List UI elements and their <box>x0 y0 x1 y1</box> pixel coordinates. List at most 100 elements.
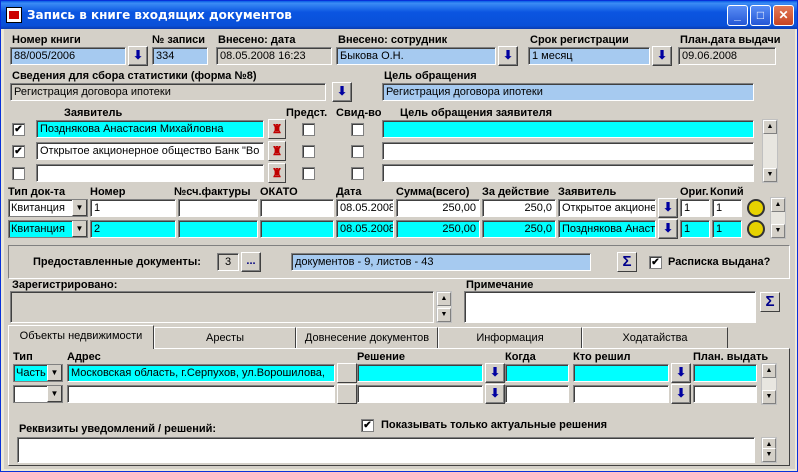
obj-type-select-1[interactable]: Часть ▼ <box>13 364 63 382</box>
objects-scrollbar[interactable]: ▲ ▼ <box>761 363 777 405</box>
repr-check-3[interactable] <box>302 167 315 180</box>
invoice-2[interactable] <box>178 220 258 238</box>
purpose-field[interactable]: Регистрация договора ипотеки <box>382 83 754 101</box>
applicant-edit-button-3[interactable]: ♜ <box>268 163 286 183</box>
applicant-name-1[interactable]: Позднякова Анастасия Михайловна <box>36 120 264 138</box>
doc-applicant-2[interactable]: Позднякова Анаст <box>558 220 656 238</box>
entered-by-select-button[interactable] <box>498 46 518 66</box>
repr-check-2[interactable] <box>302 145 315 158</box>
tab-extra-docs[interactable]: Довнесение документов <box>296 327 438 348</box>
applicant-purpose-3[interactable] <box>382 164 754 182</box>
doc-applicant-select-1[interactable] <box>658 198 678 218</box>
applicant-check-2[interactable]: ✔ <box>12 145 25 158</box>
tab-arrests[interactable]: Аресты <box>154 327 296 348</box>
obj-who-2[interactable] <box>573 385 669 403</box>
cert-check-1[interactable] <box>351 123 364 136</box>
copies-2[interactable]: 1 <box>712 220 742 238</box>
house-icon[interactable] <box>337 363 357 383</box>
repr-check-1[interactable] <box>302 123 315 136</box>
title-bar[interactable]: Запись в книге входящих документов _ □ ✕ <box>1 1 797 29</box>
doc-applicant-1[interactable]: Открытое акционер <box>558 199 656 217</box>
doc-applicant-select-2[interactable] <box>658 219 678 239</box>
scroll-down-icon[interactable]: ▼ <box>437 308 451 322</box>
scroll-up-icon[interactable]: ▲ <box>762 364 776 378</box>
chevron-down-icon[interactable]: ▼ <box>47 386 62 402</box>
cert-check-3[interactable] <box>351 167 364 180</box>
obj-type-select-2[interactable]: ▼ <box>13 385 63 403</box>
obj-decision-select-1[interactable] <box>485 363 505 383</box>
action-1[interactable]: 250,0 <box>482 199 556 217</box>
obj-when-2[interactable] <box>505 385 569 403</box>
cert-check-2[interactable] <box>351 145 364 158</box>
provided-dots-button[interactable]: ... <box>241 252 261 272</box>
applicant-edit-button-1[interactable]: ♜ <box>268 119 286 139</box>
obj-decision-1[interactable] <box>357 364 483 382</box>
scroll-up-icon[interactable]: ▲ <box>437 292 451 306</box>
applicant-purpose-2[interactable] <box>382 142 754 160</box>
obj-planned-1[interactable] <box>693 364 757 382</box>
orig-1[interactable]: 1 <box>680 199 710 217</box>
applicant-purpose-1[interactable] <box>382 120 754 138</box>
doc-num-2[interactable]: 2 <box>90 220 176 238</box>
book-field[interactable]: 88/005/2006 <box>10 47 126 65</box>
record-field[interactable]: 334 <box>152 47 208 65</box>
close-button[interactable]: ✕ <box>773 5 794 26</box>
tab-petitions[interactable]: Ходатайства <box>582 327 728 348</box>
coin-icon[interactable] <box>747 220 765 238</box>
obj-when-1[interactable] <box>505 364 569 382</box>
doc-type-select-2[interactable]: Квитанция ▼ <box>8 220 88 238</box>
obj-who-select-1[interactable] <box>671 363 691 383</box>
maximize-button[interactable]: □ <box>750 5 771 26</box>
sum-2[interactable]: 250,00 <box>396 220 480 238</box>
doc-date-2[interactable]: 08.05.2008 <box>336 220 394 238</box>
scroll-up-icon[interactable]: ▲ <box>763 120 777 134</box>
receipt-checkbox[interactable]: ✔ <box>649 256 662 269</box>
book-select-button[interactable] <box>128 46 148 66</box>
actual-only-checkbox[interactable]: ✔ <box>361 419 374 432</box>
chevron-down-icon[interactable]: ▼ <box>72 200 87 216</box>
invoice-1[interactable] <box>178 199 258 217</box>
scroll-down-icon[interactable]: ▼ <box>763 168 777 182</box>
minimize-button[interactable]: _ <box>727 5 748 26</box>
sum-1[interactable]: 250,00 <box>396 199 480 217</box>
applicant-name-2[interactable]: Открытое акционерное общество Банк "Во <box>36 142 264 160</box>
chevron-down-icon[interactable]: ▼ <box>72 221 87 237</box>
tab-objects[interactable]: Объекты недвижимости <box>8 325 154 349</box>
obj-decision-2[interactable] <box>357 385 483 403</box>
note-field[interactable] <box>464 291 756 323</box>
action-2[interactable]: 250,0 <box>482 220 556 238</box>
copies-1[interactable]: 1 <box>712 199 742 217</box>
entered-by-field[interactable]: Быкова О.Н. <box>336 47 496 65</box>
scroll-down-icon[interactable]: ▼ <box>771 224 785 238</box>
applicant-name-3[interactable] <box>36 164 264 182</box>
coin-icon[interactable] <box>747 199 765 217</box>
obj-who-1[interactable] <box>573 364 669 382</box>
stats-select-button[interactable] <box>332 82 352 102</box>
okato-2[interactable] <box>260 220 334 238</box>
doc-num-1[interactable]: 1 <box>90 199 176 217</box>
scroll-down-icon[interactable]: ▼ <box>762 390 776 404</box>
applicant-check-1[interactable]: ✔ <box>12 123 25 136</box>
note-sigma-button[interactable]: Σ <box>760 292 780 312</box>
tab-info[interactable]: Информация <box>438 327 582 348</box>
registered-scrollbar[interactable]: ▲ ▼ <box>436 291 452 323</box>
notify-field[interactable] <box>17 437 755 463</box>
obj-who-select-2[interactable] <box>671 384 691 404</box>
obj-address-2[interactable] <box>67 385 335 403</box>
reg-term-field[interactable]: 1 месяц <box>528 47 650 65</box>
scroll-up-icon[interactable]: ▲ <box>771 198 785 212</box>
orig-2[interactable]: 1 <box>680 220 710 238</box>
obj-address-1[interactable]: Московская область, г.Серпухов, ул.Ворош… <box>67 364 335 382</box>
applicant-check-3[interactable] <box>12 167 25 180</box>
reg-term-select-button[interactable] <box>652 46 672 66</box>
obj-planned-2[interactable] <box>693 385 757 403</box>
doc-date-1[interactable]: 08.05.2008 <box>336 199 394 217</box>
doc-type-select-1[interactable]: Квитанция ▼ <box>8 199 88 217</box>
chevron-down-icon[interactable]: ▼ <box>47 365 62 381</box>
provided-sigma-button[interactable]: Σ <box>617 252 637 272</box>
okato-1[interactable] <box>260 199 334 217</box>
scroll-down-icon[interactable]: ▼ <box>762 448 776 462</box>
house-icon[interactable] <box>337 384 357 404</box>
docs-scrollbar[interactable]: ▲ ▼ <box>770 197 786 239</box>
applicants-scrollbar[interactable]: ▲ ▼ <box>762 119 778 183</box>
